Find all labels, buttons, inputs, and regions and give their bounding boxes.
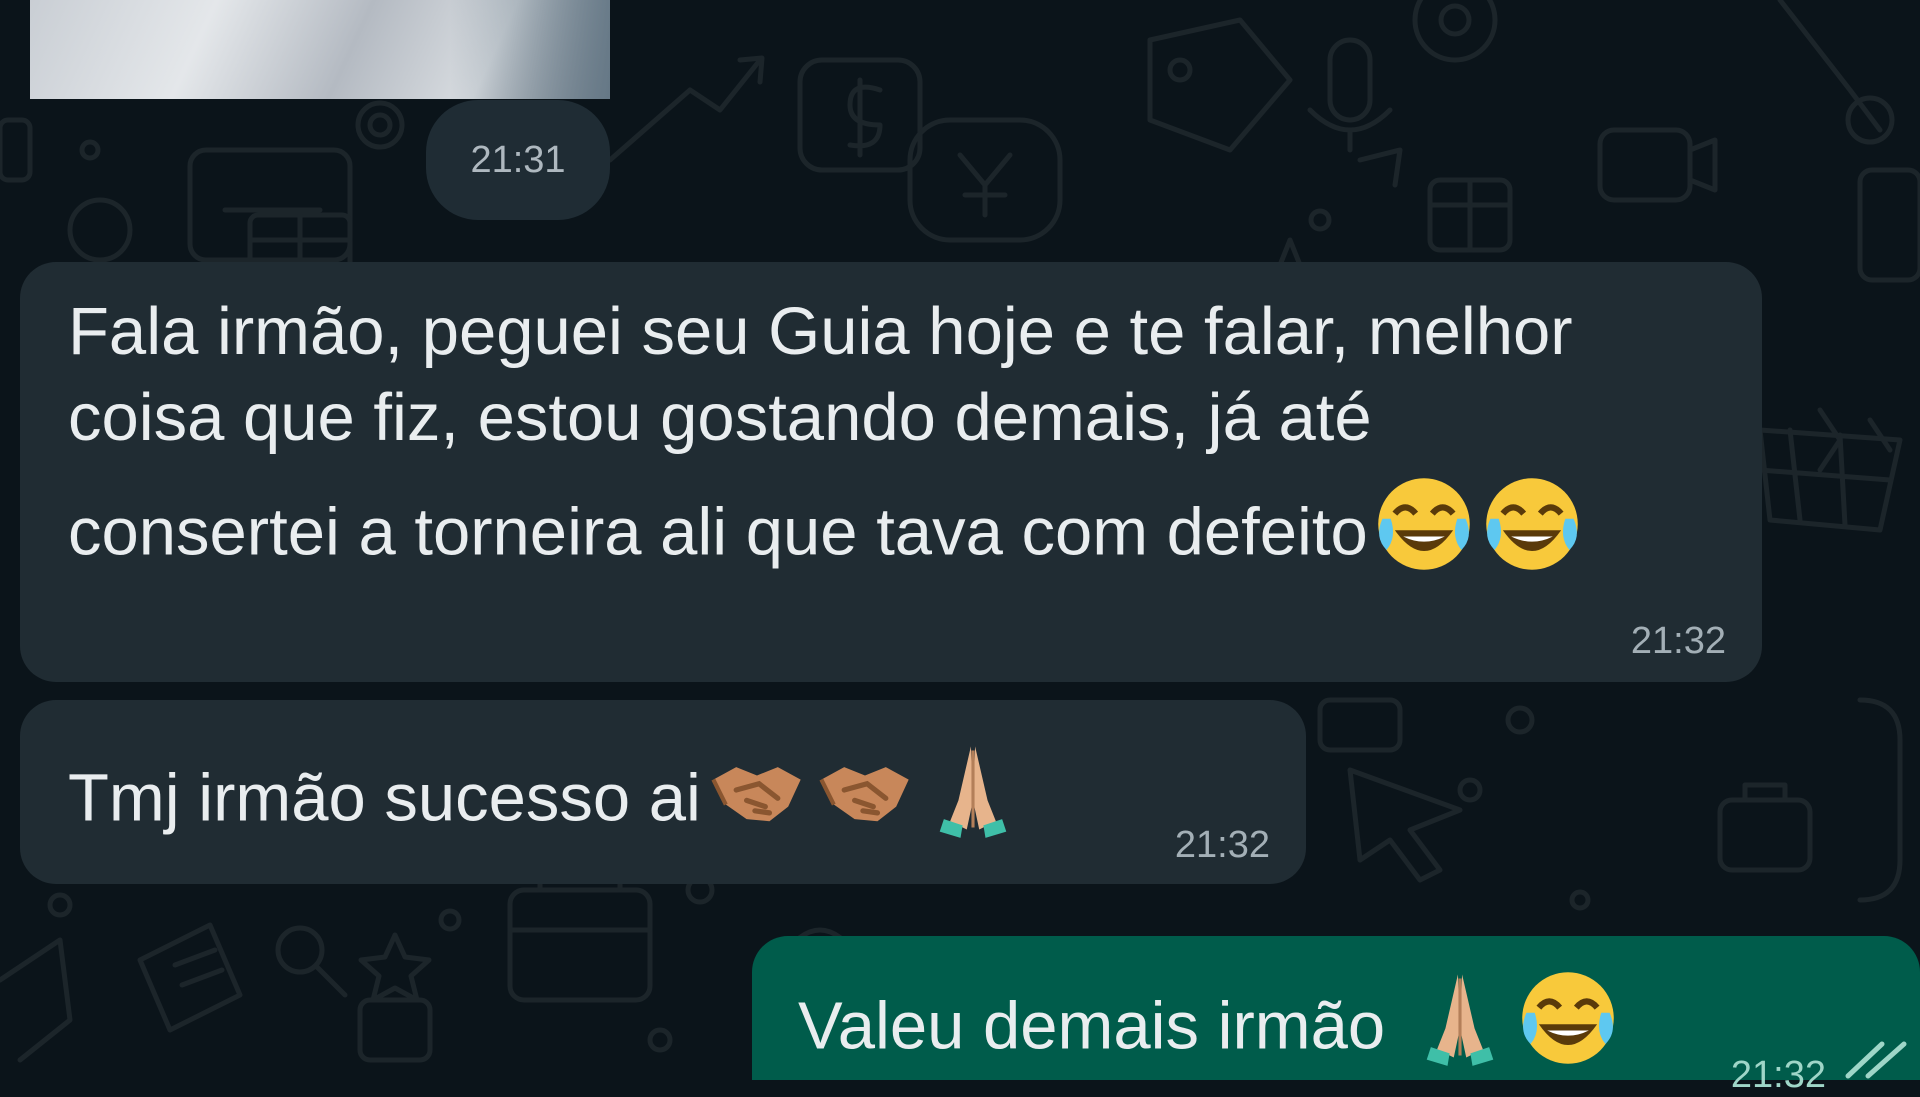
- face-with-tears-of-joy-icon: [1372, 472, 1476, 602]
- message-timestamp: 21:32: [1630, 620, 1726, 662]
- media-time-text: 21:31: [470, 138, 566, 181]
- incoming-message-bubble[interactable]: Tmj irmão sucesso ai 21:32: [20, 700, 1306, 884]
- message-timestamp: 21:32: [1730, 1054, 1826, 1096]
- message-text-fragment: consertei a torneira ali que tava com de…: [68, 494, 1368, 570]
- face-with-tears-of-joy-icon: [1480, 472, 1584, 602]
- message-timestamp: 21:32: [1174, 824, 1270, 866]
- incoming-message-bubble[interactable]: Fala irmão, peguei seu Guia hoje e te fa…: [20, 262, 1762, 682]
- message-text-line: Tmj irmão sucesso ai: [68, 738, 1025, 868]
- message-text-fragment: Tmj irmão sucesso ai: [68, 760, 701, 836]
- folded-hands-icon: [921, 738, 1025, 868]
- media-timestamp: 21:31: [426, 100, 610, 220]
- message-text-line: coisa que fiz, estou gostando demais, já…: [68, 380, 1372, 455]
- image-message-thumbnail[interactable]: [30, 0, 610, 99]
- double-check-icon: [1845, 1041, 1907, 1079]
- handshake-icon: [705, 738, 809, 868]
- message-text-line: Fala irmão, peguei seu Guia hoje e te fa…: [68, 294, 1573, 369]
- message-text-line: Valeu demais irmão: [798, 966, 1620, 1096]
- message-text-fragment: Valeu demais irmão: [798, 988, 1404, 1064]
- message-text-line: consertei a torneira ali que tava com de…: [68, 472, 1584, 602]
- outgoing-message-bubble[interactable]: Valeu demais irmão 21:32: [752, 936, 1920, 1096]
- handshake-icon: [813, 738, 917, 868]
- folded-hands-icon: [1408, 966, 1512, 1096]
- face-with-tears-of-joy-icon: [1516, 966, 1620, 1096]
